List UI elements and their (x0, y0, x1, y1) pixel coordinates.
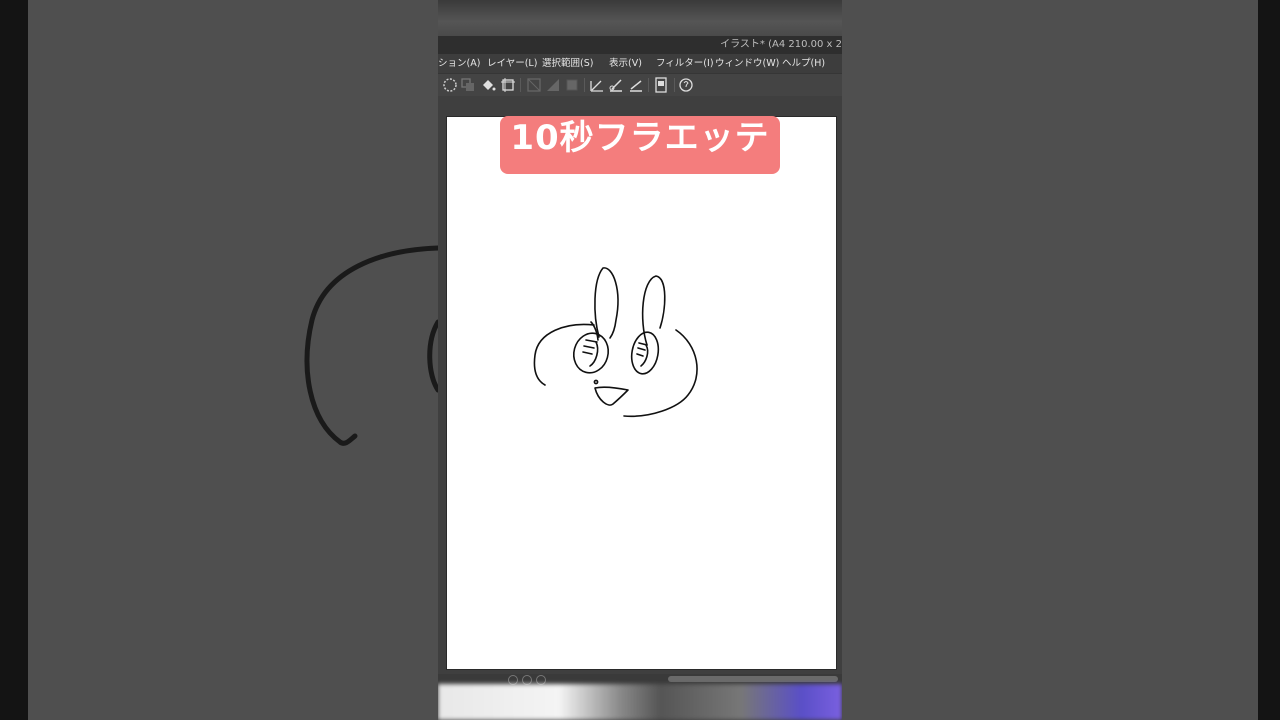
video-caption: 10秒フラエッテ (500, 116, 780, 174)
horizontal-scrollbar[interactable] (668, 676, 838, 682)
bottom-blurred-strip (438, 684, 842, 720)
status-bar (438, 674, 842, 685)
rabbit-sketch (533, 267, 698, 418)
app-video-panel: イラスト* (A4 210.00 x 2 ション(A) レイヤー(L) 選択範囲… (438, 0, 842, 720)
